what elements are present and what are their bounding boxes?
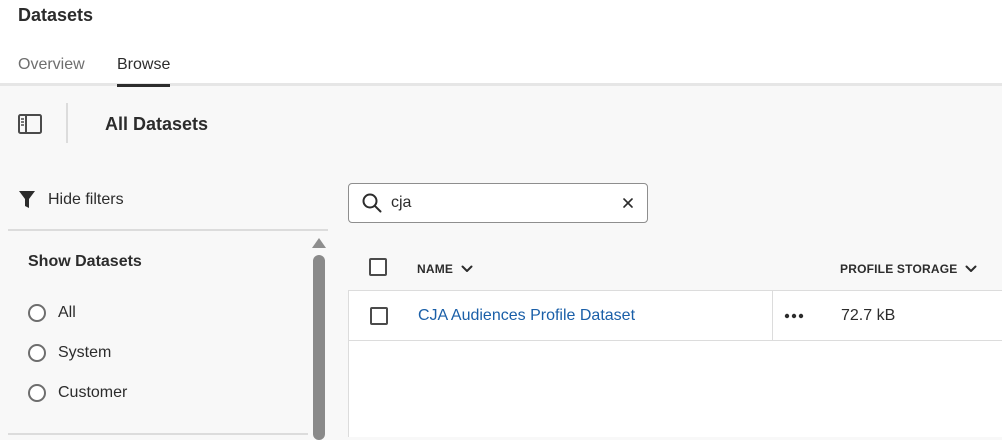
- scroll-up-arrow[interactable]: [312, 238, 326, 248]
- table-header: NAME PROFILE STORAGE: [348, 246, 1002, 290]
- panel-toggle-icon: [18, 114, 42, 134]
- page-title: Datasets: [18, 5, 94, 25]
- radio-button[interactable]: [28, 384, 46, 402]
- filter-scrollbar[interactable]: [313, 255, 325, 440]
- filter-group-title: Show Datasets: [28, 253, 142, 270]
- panel-toggle-button[interactable]: [18, 114, 42, 134]
- active-tab-indicator: [117, 84, 170, 87]
- search-input[interactable]: [391, 190, 611, 216]
- search-field[interactable]: [348, 183, 648, 223]
- tab-browse[interactable]: Browse: [117, 56, 170, 74]
- tab-overview[interactable]: Overview: [18, 56, 85, 74]
- dataset-name-link[interactable]: CJA Audiences Profile Dataset: [418, 307, 635, 325]
- chevron-down-icon: [461, 265, 473, 272]
- filter-option-all[interactable]: All: [28, 304, 76, 322]
- chevron-down-icon: [965, 265, 977, 272]
- table-row[interactable]: CJA Audiences Profile Dataset 72.7 kB: [349, 291, 1002, 341]
- filter-option-label: Customer: [58, 384, 128, 401]
- section-title: All Datasets: [105, 114, 209, 134]
- funnel-icon: [19, 191, 35, 208]
- toolbar-divider: [66, 103, 68, 143]
- radio-button[interactable]: [28, 304, 46, 322]
- search-icon: [362, 193, 382, 213]
- filter-option-system[interactable]: System: [28, 344, 111, 362]
- column-header-profile-storage[interactable]: PROFILE STORAGE: [840, 262, 977, 276]
- hide-filters-label: Hide filters: [48, 191, 124, 208]
- panel-divider: [8, 433, 308, 435]
- select-all-checkbox[interactable]: [369, 258, 387, 276]
- cell-divider: [772, 291, 773, 341]
- radio-button[interactable]: [28, 344, 46, 362]
- table-body: CJA Audiences Profile Dataset 72.7 kB: [348, 290, 1002, 437]
- column-header-name[interactable]: NAME: [417, 262, 473, 276]
- more-actions-icon[interactable]: [782, 307, 806, 325]
- row-checkbox[interactable]: [370, 307, 388, 325]
- hide-filters-button[interactable]: Hide filters: [18, 188, 124, 212]
- app-header: Datasets Overview Browse: [0, 0, 1002, 87]
- close-icon[interactable]: [621, 196, 635, 210]
- filter-panel: Show Datasets All System Customer: [8, 229, 328, 437]
- filter-option-customer[interactable]: Customer: [28, 384, 127, 402]
- filter-option-label: All: [58, 304, 76, 321]
- column-header-label: PROFILE STORAGE: [840, 262, 958, 276]
- profile-storage-value: 72.7 kB: [841, 307, 896, 324]
- filter-option-label: System: [58, 344, 112, 361]
- column-header-label: NAME: [417, 262, 454, 276]
